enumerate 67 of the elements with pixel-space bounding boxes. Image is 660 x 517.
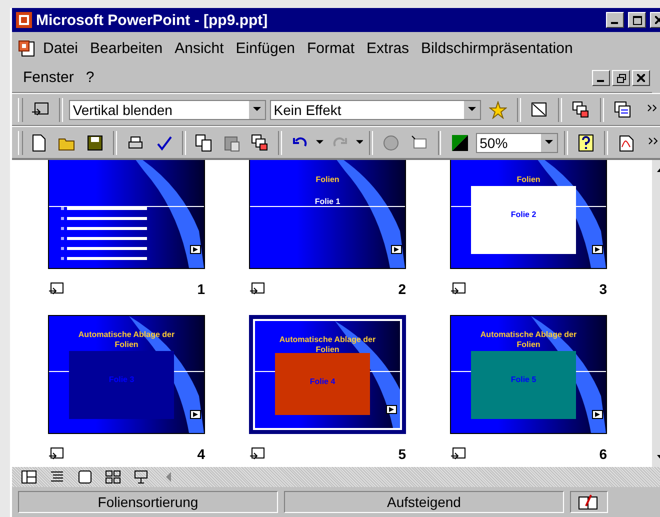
- slide-text: Folie 2: [510, 210, 538, 220]
- slide-thumbnail[interactable]: Automatische Ablage der Folien Folie 3: [48, 315, 205, 434]
- slide-text: Folie 4: [308, 377, 336, 386]
- minimize-button[interactable]: [592, 70, 610, 86]
- app-icon: [16, 12, 32, 28]
- slide-show-icon: [386, 405, 397, 414]
- menu-item[interactable]: Ansicht: [170, 34, 229, 63]
- slide-show-icon: [391, 245, 402, 254]
- slide-number: 3: [599, 281, 607, 297]
- zoom-dropdown[interactable]: 50%: [476, 132, 558, 152]
- restore-icon: [616, 74, 626, 82]
- slide-thumbnail[interactable]: Folien Folie 2: [450, 160, 607, 269]
- slide-transition-icon: [450, 447, 466, 461]
- menu-item[interactable]: Format: [302, 34, 360, 63]
- slide-show-icon: [190, 410, 201, 419]
- slide-number: 6: [599, 446, 607, 462]
- caret-icon: [468, 107, 476, 112]
- menu-item[interactable]: Fenster: [18, 63, 79, 92]
- caret-icon: [544, 140, 553, 145]
- slide-show-icon: [592, 410, 603, 419]
- spelling-book-icon: [578, 494, 600, 510]
- slide-text: Folie 5: [510, 375, 538, 384]
- slide-thumbnail[interactable]: Folien Folie 1: [249, 160, 406, 269]
- restore-button[interactable]: [612, 70, 630, 86]
- slide-title: Automatische Ablage der Folien: [77, 330, 176, 350]
- menu-item[interactable]: Extras: [362, 34, 414, 63]
- slide-number: 4: [197, 446, 205, 462]
- transition-dropdown[interactable]: Vertikal blenden: [68, 100, 266, 120]
- document-icon: [18, 40, 36, 58]
- slide-thumbnail[interactable]: Automatische Ablage der Folien Folie 5: [450, 315, 607, 434]
- slide-transition-icon[interactable]: [30, 102, 49, 118]
- caret-icon: [316, 140, 324, 145]
- status-sort-order: Aufsteigend: [284, 491, 564, 513]
- effect-dropdown[interactable]: Kein Effekt: [270, 100, 481, 120]
- slide-transition-icon: [450, 282, 466, 296]
- slide-thumbnail[interactable]: [48, 160, 205, 269]
- minimize-button[interactable]: [606, 12, 624, 28]
- slide-title: Folien: [314, 175, 340, 185]
- slide-number: 1: [197, 281, 205, 297]
- menu-item[interactable]: Bildschirmpräsentation: [416, 34, 578, 63]
- slide-title: Folien: [516, 175, 542, 185]
- menu-item[interactable]: Bearbeiten: [85, 34, 168, 63]
- caret-icon: [252, 107, 261, 112]
- slide-text: Folie 3: [108, 375, 136, 384]
- maximize-icon: [632, 16, 642, 24]
- scroll-left-icon[interactable]: [164, 471, 174, 483]
- slide-transition-icon: [48, 447, 64, 461]
- slide-text: Folie 1: [314, 196, 342, 206]
- slide-number: 5: [398, 446, 406, 462]
- slide-transition-icon: [249, 447, 265, 461]
- close-button[interactable]: [632, 70, 650, 86]
- maximize-button[interactable]: [628, 12, 646, 28]
- slide-transition-icon: [249, 282, 265, 296]
- menu-item[interactable]: Datei: [38, 34, 84, 63]
- menu-item[interactable]: ?: [80, 63, 100, 92]
- slide-show-icon: [190, 245, 201, 254]
- menu-item[interactable]: Einfügen: [230, 34, 300, 63]
- slide-title: Automatische Ablage der Folien: [278, 335, 377, 355]
- slide-thumbnail[interactable]: Automatische Ablage der Folien Folie 4: [249, 315, 406, 434]
- slide-show-icon: [592, 245, 603, 254]
- slide-title: Automatische Ablage der Folien: [479, 330, 578, 350]
- close-icon: [637, 74, 645, 82]
- status-view: Foliensortierung: [18, 491, 278, 513]
- window-title: Microsoft PowerPoint - [pp9.ppt]: [36, 12, 269, 28]
- slide-transition-icon: [48, 282, 64, 296]
- slide-number: 2: [398, 281, 406, 297]
- caret-icon: [356, 140, 364, 145]
